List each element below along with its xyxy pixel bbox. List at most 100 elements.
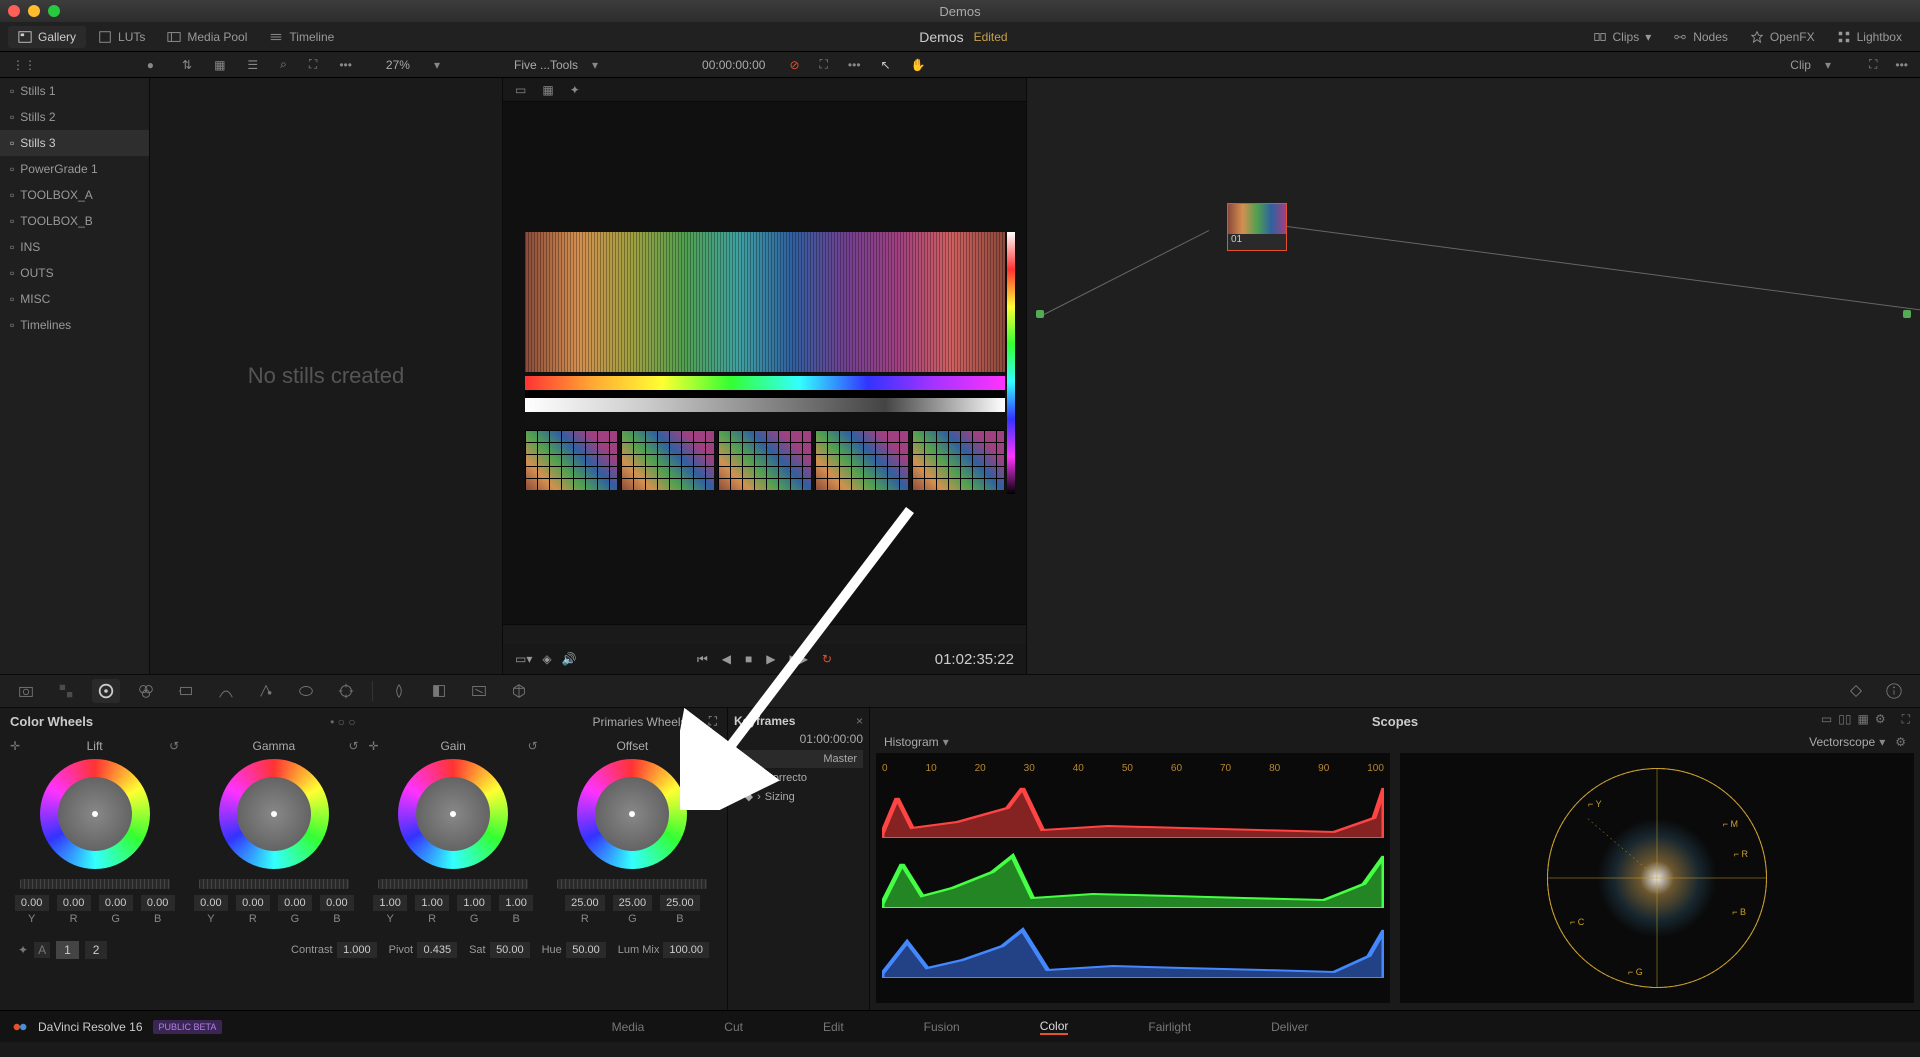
more-icon[interactable]: ••• [335,56,356,74]
offset-master-jog[interactable] [557,879,707,889]
step-back-button[interactable]: ◀ [722,652,731,666]
keyframe-mode-icon[interactable] [1842,679,1870,703]
gain-master-jog[interactable] [378,879,528,889]
gallery-item-timelines[interactable]: ▫Timelines [0,312,149,338]
histogram-label[interactable]: Histogram [884,735,939,749]
gamma-g-value[interactable]: 0.00 [278,895,312,911]
sat-value[interactable]: 50.00 [490,942,530,958]
vectorscope-label[interactable]: Vectorscope [1809,735,1875,749]
viewer-header-timecode[interactable]: 00:00:00:00 [702,58,765,72]
scopes-layout3-icon[interactable]: ▦ [1857,712,1868,727]
pointer-tool-icon[interactable]: ↖ [877,56,895,74]
lift-y-value[interactable]: 0.00 [15,895,49,911]
gallery-item-misc[interactable]: ▫MISC [0,286,149,312]
nodes-expand-icon[interactable]: ⛶ [1865,55,1881,74]
node-01[interactable]: 01 [1227,203,1287,251]
list-view-icon[interactable]: ☰ [243,56,262,74]
kf-key-icon[interactable]: ◆ [745,790,753,803]
fusion-page-button[interactable]: Fusion [924,1020,960,1034]
reset-icon[interactable]: ↺ [169,739,179,753]
gallery-tab[interactable]: Gallery [8,26,86,48]
lift-b-value[interactable]: 0.00 [141,895,175,911]
gamma-b-value[interactable]: 0.00 [320,895,354,911]
clip-scope-chevron-icon[interactable]: ▾ [1821,56,1835,74]
gallery-menu-icon[interactable]: ⋮⋮ [8,56,40,74]
lift-color-wheel[interactable] [40,759,150,869]
media-pool-tab[interactable]: Media Pool [157,26,257,48]
viewer-mode2-icon[interactable]: ▦ [538,81,557,99]
auto-balance-icon[interactable]: ✦ [18,943,28,957]
kf-enable-icon[interactable]: ● [734,772,741,784]
zoom-level[interactable]: 27% [386,58,410,72]
nodes-panel[interactable]: 01 [1027,78,1920,674]
gamma-y-value[interactable]: 0.00 [194,895,228,911]
picker-icon[interactable]: ✛ [369,739,379,753]
viewer-audio-icon[interactable]: 🔊 [562,652,577,666]
gain-b-value[interactable]: 1.00 [499,895,533,911]
openfx-tab[interactable]: OpenFX [1740,26,1825,48]
3d-icon[interactable] [505,679,533,703]
hand-tool-icon[interactable]: ✋ [907,56,930,74]
clips-tab[interactable]: Clips ▾ [1583,26,1662,48]
go-to-start-button[interactable]: ⏮ [697,652,708,667]
fairlight-page-button[interactable]: Fairlight [1148,1020,1191,1034]
viewer-mode1-icon[interactable]: ▭ [511,81,530,99]
lightbox-tab[interactable]: Lightbox [1827,26,1912,48]
zoom-chevron-icon[interactable]: ▾ [430,56,444,74]
picker-icon[interactable]: ✛ [10,739,20,753]
scopes-layout2-icon[interactable]: ▯▯ [1838,712,1851,727]
panel-expand-icon[interactable]: ⛶ [709,714,717,729]
gallery-item-toolbox-b[interactable]: ▫TOOLBOX_B [0,208,149,234]
offset-r-value[interactable]: 25.00 [565,895,605,911]
viewer-options-icon[interactable]: ▭▾ [515,652,532,666]
contrast-value[interactable]: 1.000 [337,942,377,958]
blur-icon[interactable] [385,679,413,703]
cut-page-button[interactable]: Cut [724,1020,743,1034]
gamma-master-jog[interactable] [199,879,349,889]
qualifier-icon[interactable] [252,679,280,703]
hue-value[interactable]: 50.00 [566,942,606,958]
loop-button[interactable]: ↻ [822,652,832,666]
media-page-button[interactable]: Media [612,1020,645,1034]
kf-key-icon[interactable]: ◆ [745,771,753,784]
timeline-tab[interactable]: Timeline [259,26,344,48]
color-wheels-icon[interactable] [92,679,120,703]
gallery-item-toolbox-a[interactable]: ▫TOOLBOX_A [0,182,149,208]
close-icon[interactable]: × [856,714,863,728]
gain-r-value[interactable]: 1.00 [415,895,449,911]
lift-g-value[interactable]: 0.00 [99,895,133,911]
kf-master-track[interactable]: Master [734,750,863,768]
color-match-icon[interactable] [52,679,80,703]
lift-master-jog[interactable] [20,879,170,889]
reset-icon[interactable]: ↺ [528,739,538,753]
window-maximize-button[interactable] [48,5,60,17]
step-forward-button[interactable]: ▶▶ [790,652,808,666]
gallery-item-stills2[interactable]: ▫Stills 2 [0,104,149,130]
gallery-item-powergrade1[interactable]: ▫PowerGrade 1 [0,156,149,182]
key-icon[interactable] [425,679,453,703]
keyframes-timecode[interactable]: 01:00:00:00 [734,732,863,746]
viewer-image[interactable] [503,102,1026,624]
edit-page-button[interactable]: Edit [823,1020,844,1034]
node-graph-output[interactable] [1903,310,1911,318]
gamma-r-value[interactable]: 0.00 [236,895,270,911]
curves-icon[interactable] [212,679,240,703]
camera-raw-icon[interactable] [12,679,40,703]
fullscreen-icon[interactable]: ⛶ [816,55,832,74]
kf-sizing-track[interactable]: ●◆›Sizing [734,787,863,806]
scope-settings-icon[interactable]: ⚙ [1895,735,1906,749]
kf-enable-icon[interactable]: ● [734,791,741,803]
gain-color-wheel[interactable] [398,759,508,869]
gallery-item-ins[interactable]: ▫INS [0,234,149,260]
reset-icon[interactable]: ↺ [707,739,717,753]
gallery-item-stills1[interactable]: ▫Stills 1 [0,78,149,104]
window-icon[interactable] [292,679,320,703]
gallery-item-stills3[interactable]: ▫Stills 3 [0,130,149,156]
gamma-color-wheel[interactable] [219,759,329,869]
window-minimize-button[interactable] [28,5,40,17]
info-icon[interactable] [1880,679,1908,703]
awb-icon[interactable]: A [34,942,50,958]
pivot-value[interactable]: 0.435 [417,942,457,958]
lummix-value[interactable]: 100.00 [663,942,709,958]
expand-icon[interactable]: ⛶ [305,55,321,74]
